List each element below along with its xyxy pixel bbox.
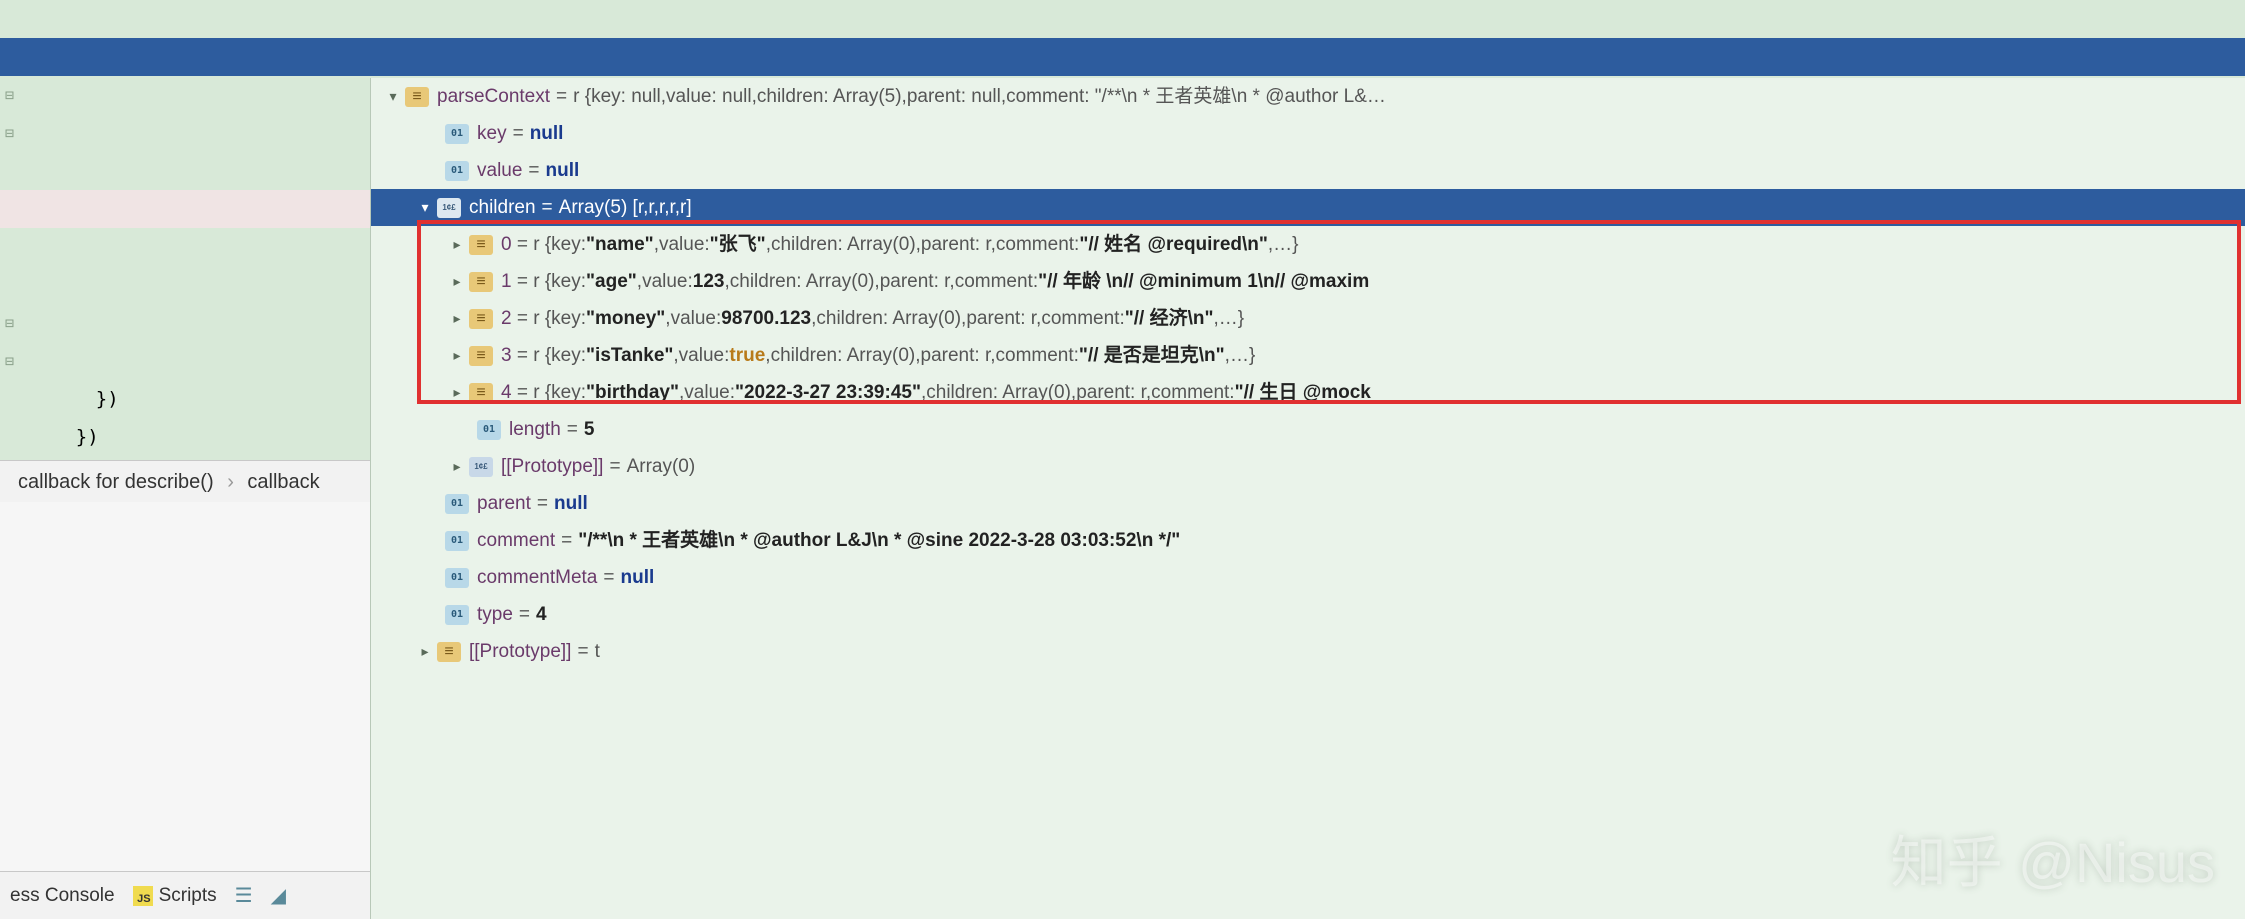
code-line-current[interactable]: console.log(parseContext); parseContext:…: [0, 38, 2245, 76]
object-icon: [437, 642, 461, 662]
tree-row-prototype[interactable]: ▸ [[Prototype]] = Array(0): [371, 448, 2245, 485]
primitive-icon: 01: [445, 605, 469, 625]
tree-row-child[interactable]: ▸ 1 = r {key: "age",value: 123,children:…: [371, 263, 2245, 300]
expand-arrow-right-icon[interactable]: ▸: [445, 300, 469, 337]
expand-arrow-down-icon[interactable]: ▾: [413, 189, 437, 226]
bottom-toolbar: ess Console JSScripts ☰ ◢: [0, 871, 370, 919]
expand-arrow-right-icon[interactable]: ▸: [445, 263, 469, 300]
primitive-icon: 01: [477, 420, 501, 440]
breadcrumb-separator: ›: [227, 471, 234, 493]
primitive-icon: 01: [445, 494, 469, 514]
primitive-icon: 01: [445, 531, 469, 551]
tree-row-value[interactable]: 01 value = null: [371, 152, 2245, 189]
object-icon: [469, 309, 493, 329]
breadcrumb-item[interactable]: callback: [247, 471, 319, 493]
breadcrumb-item[interactable]: callback for describe(): [18, 471, 214, 493]
debug-variables-panel[interactable]: ▾ parseContext = r {key: null,value: nul…: [370, 78, 2245, 919]
scripts-tab[interactable]: JSScripts: [133, 885, 217, 907]
fold-icon-close[interactable]: ⊟: [5, 342, 14, 380]
tree-row-child[interactable]: ▸ 3 = r {key: "isTanke",value: true,chil…: [371, 337, 2245, 374]
tree-row-prototype[interactable]: ▸ [[Prototype]] = t: [371, 633, 2245, 670]
tree-row-children-selected[interactable]: ▾ children = Array(5) [r,r,r,r,r]: [371, 189, 2245, 226]
tree-row-type[interactable]: 01 type = 4: [371, 596, 2245, 633]
tree-row-child[interactable]: ▸ 2 = r {key: "money",value: 98700.123,c…: [371, 300, 2245, 337]
expand-arrow-right-icon[interactable]: ▸: [445, 448, 469, 485]
expand-arrow-down-icon[interactable]: ▾: [381, 78, 405, 115]
layout-icon[interactable]: ☰: [235, 883, 253, 908]
object-icon: [469, 346, 493, 366]
fold-icon[interactable]: ⊟: [5, 76, 14, 114]
tree-row-parent[interactable]: 01 parent = null: [371, 485, 2245, 522]
tree-row-commentMeta[interactable]: 01 commentMeta = null: [371, 559, 2245, 596]
array-icon: [437, 198, 461, 218]
object-icon: [469, 235, 493, 255]
expand-arrow-right-icon[interactable]: ▸: [445, 337, 469, 374]
primitive-icon: 01: [445, 161, 469, 181]
breadcrumb[interactable]: callback for describe() › callback: [0, 460, 370, 502]
primitive-icon: 01: [445, 568, 469, 588]
array-icon: [469, 457, 493, 477]
object-icon: [469, 272, 493, 292]
tree-row-root[interactable]: ▾ parseContext = r {key: null,value: nul…: [371, 78, 2245, 115]
console-tab[interactable]: ess Console: [10, 885, 115, 907]
js-icon: JS: [133, 886, 153, 906]
object-icon: [469, 383, 493, 403]
tree-row-child[interactable]: ▸ 0 = r {key: "name",value: "张飞",childre…: [371, 226, 2245, 263]
panel-blank: [0, 502, 370, 871]
tree-row-length[interactable]: 01 length = 5: [371, 411, 2245, 448]
fold-icon[interactable]: ⊟: [5, 114, 14, 152]
expand-arrow-right-icon[interactable]: ▸: [445, 226, 469, 263]
tree-row-child[interactable]: ▸ 4 = r {key: "birthday",value: "2022-3-…: [371, 374, 2245, 411]
tree-row-key[interactable]: 01 key = null: [371, 115, 2245, 152]
expand-arrow-right-icon[interactable]: ▸: [413, 633, 437, 670]
object-icon: [405, 87, 429, 107]
code-line[interactable]: const parseContext: ParseContext = parse…: [0, 0, 2245, 38]
expand-arrow-right-icon[interactable]: ▸: [445, 374, 469, 411]
chart-icon[interactable]: ◢: [271, 883, 286, 908]
tree-row-comment[interactable]: 01 comment = "/**\n * 王者英雄\n * @author L…: [371, 522, 2245, 559]
primitive-icon: 01: [445, 124, 469, 144]
fold-icon-close[interactable]: ⊟: [5, 304, 14, 342]
